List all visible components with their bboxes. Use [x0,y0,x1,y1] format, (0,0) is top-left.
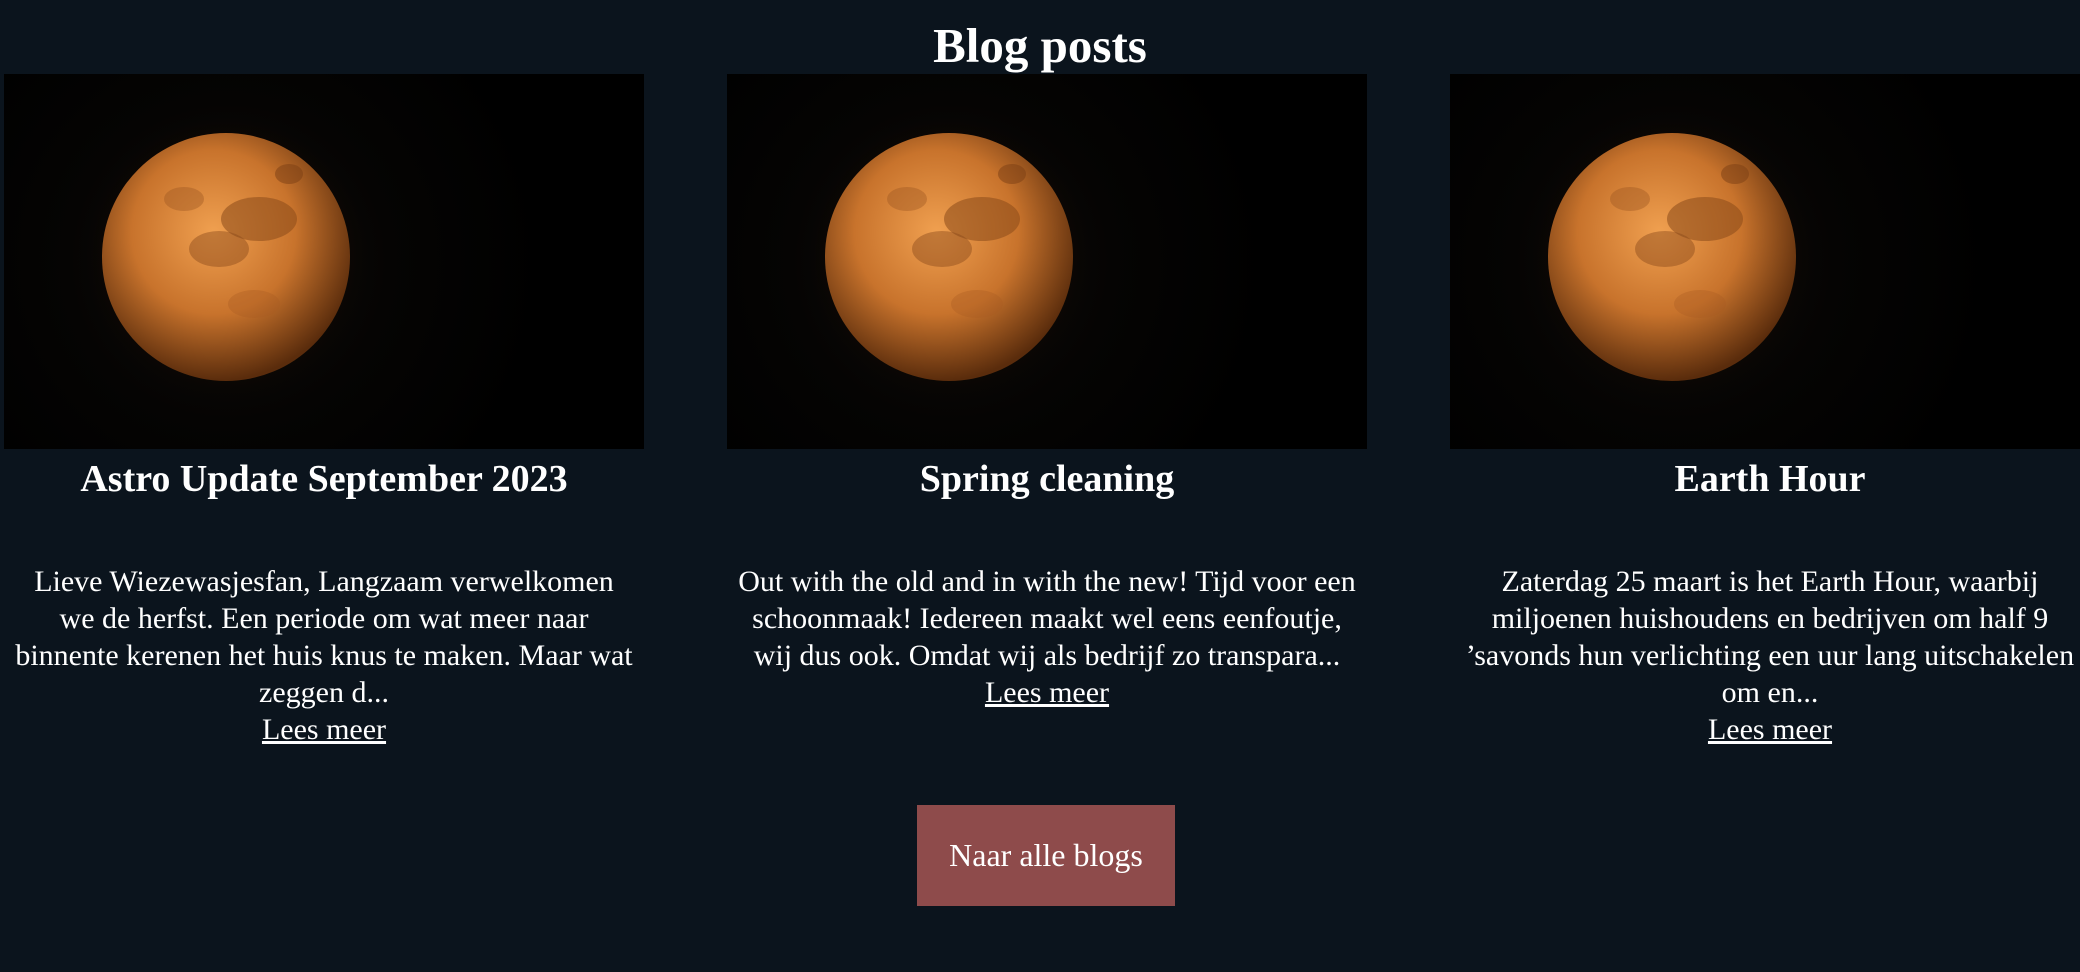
blog-card-excerpt: Zaterdag 25 maart is het Earth Hour, waa… [1465,565,2075,709]
moon-icon [1522,107,1822,407]
blog-card-image[interactable] [4,74,644,449]
read-more-link[interactable]: Lees meer [985,674,1109,711]
all-blogs-button[interactable]: Naar alle blogs [917,805,1175,906]
moon-icon [76,107,376,407]
page-title: Blog posts [933,18,1147,73]
blog-card: Earth Hour Zaterdag 25 maart is het Eart… [1450,74,2080,748]
blog-card-excerpt: Out with the old and in with the new! Ti… [738,565,1356,672]
blog-card-title: Astro Update September 2023 [80,458,568,500]
moon-icon [799,107,1099,407]
blog-card-excerpt: Lieve Wiezewasjesfan, Langzaam verwelkom… [15,565,633,709]
blog-card-image[interactable] [1450,74,2080,449]
blog-card-title: Earth Hour [1674,458,1866,500]
blog-card: Spring cleaning Out with the old and in … [727,74,1367,711]
read-more-link[interactable]: Lees meer [1708,711,1832,748]
read-more-link[interactable]: Lees meer [262,711,386,748]
blog-card: Astro Update September 2023 Lieve Wiezew… [4,74,644,748]
blog-card-image[interactable] [727,74,1367,449]
blog-section: Blog posts Astro Update September 2023 L… [0,0,2080,972]
blog-card-title: Spring cleaning [919,458,1175,500]
